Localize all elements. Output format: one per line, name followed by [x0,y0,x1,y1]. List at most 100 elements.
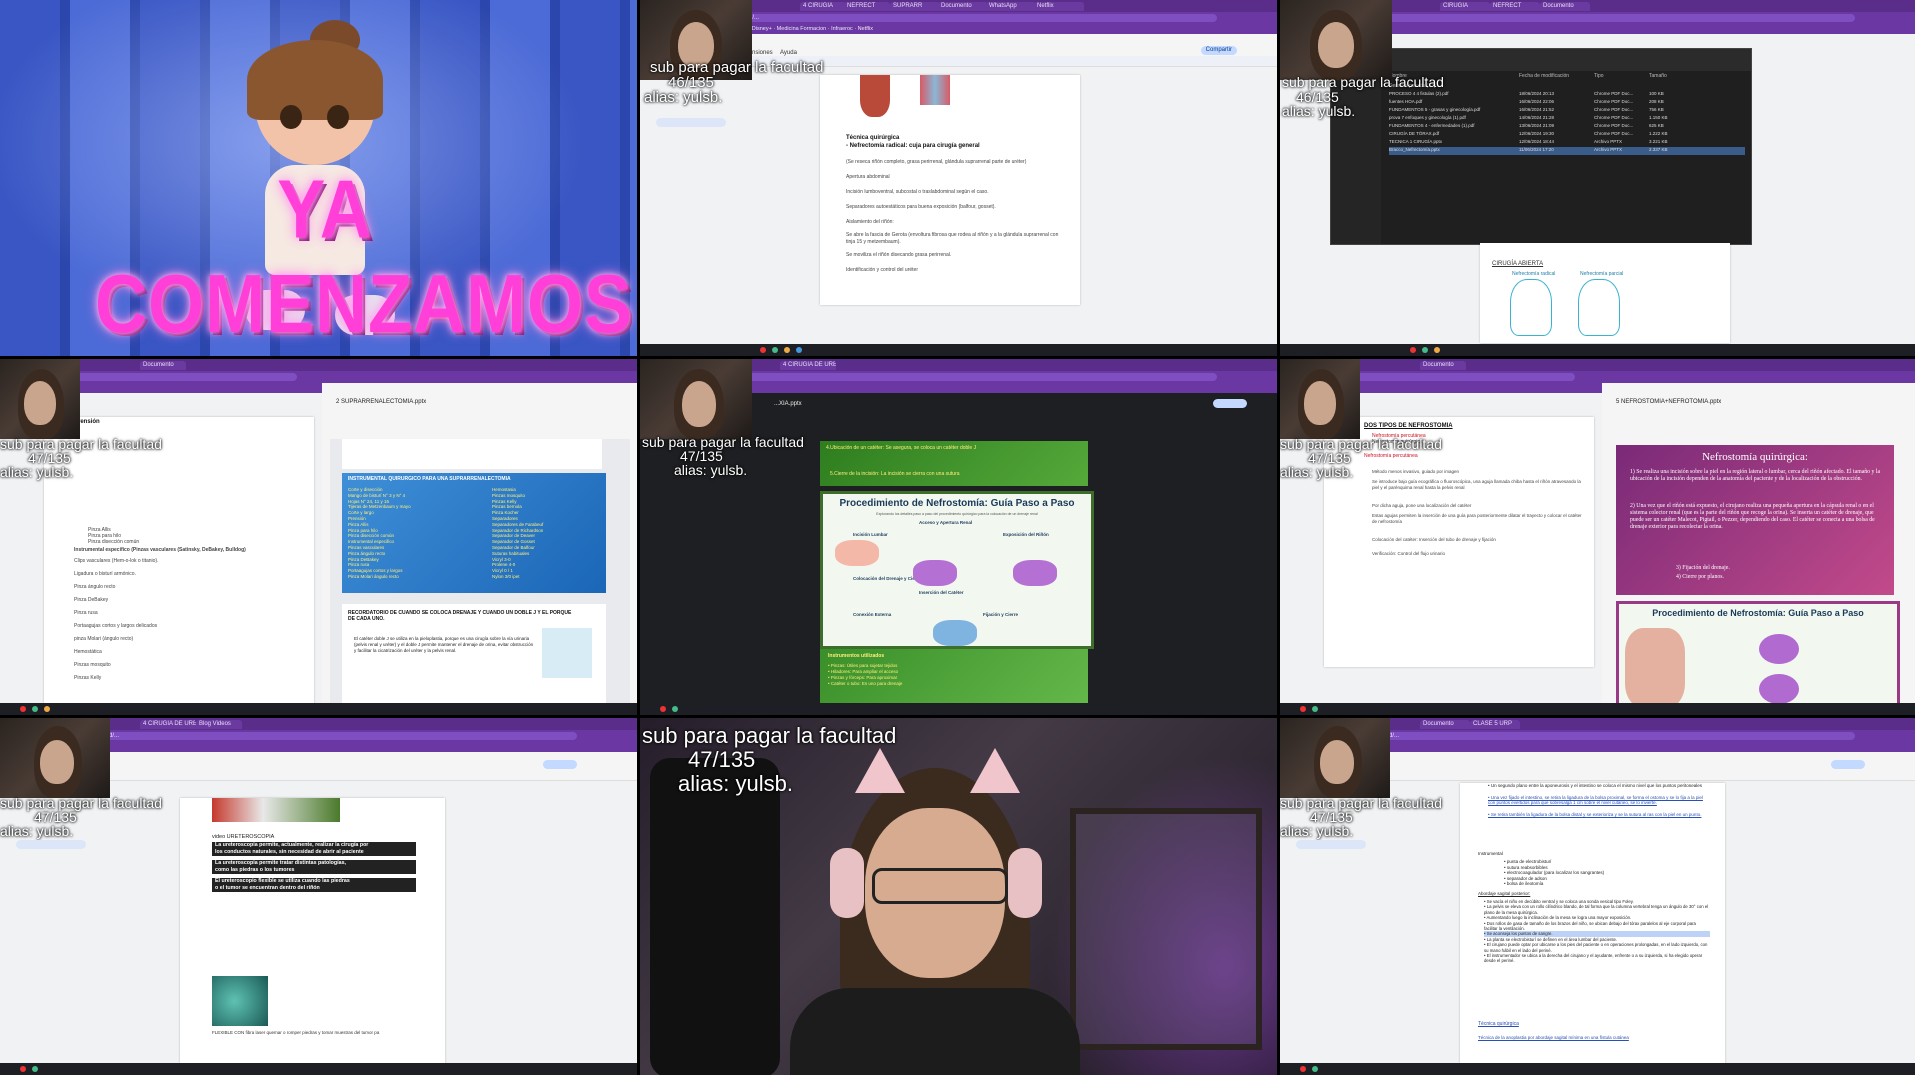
taskbar[interactable] [640,344,1277,356]
diagram-label-parcial: Nefrectomía parcial [1580,271,1624,277]
alias-overlay: alias: yulsb. [1282,103,1356,119]
share-button[interactable]: Compartir [1200,46,1237,55]
file-cell: 756 KB [1649,107,1664,112]
sub-goal-overlay: sub para pagar la facultad [1280,436,1442,452]
abordaje-item: • La pelvis se eleva con un rollo cilínd… [1484,904,1709,915]
green-slide-top: 4.Ubicación de un catéter: Se asegura, s… [820,441,1088,486]
file-cell: 12/06/2024 19:30 [1519,131,1555,136]
tab-pill[interactable] [656,118,726,127]
file-cell: 12/06/2024 18:44 [1519,139,1555,144]
alias-overlay: alias: yulsb. [0,823,74,839]
taskbar[interactable] [1280,703,1915,715]
video-subtitle-line: como las piedras o los tumores [212,867,416,874]
infographic-kidney [1759,634,1799,664]
slides-window[interactable]: 2 SUPRARRENALECTOMIA.pptx INSTRUMENTAL Q… [322,359,637,715]
webcam-feed [1280,718,1390,798]
file-row[interactable]: FUNDAMENTOS 4 - enfermedades (1).pdf 13/0… [1389,123,1745,131]
file-cell: 1.150 KB [1649,115,1668,120]
intro-title: YA COMENZAMOS [95,163,633,351]
slides-filename: 5 NEFROSTOMIA+NEFROTOMIA.pptx [1616,399,1722,405]
alias-overlay: alias: yulsb. [678,771,793,796]
slide-title: Nefrostomía quirúrgica: [1702,451,1808,463]
abordaje-list: • Se vacía el niño en decúbito ventral y… [1484,899,1710,964]
reminder-title: RECORDATORIO DE CUANDO SE COLOCA DRENAJE… [348,610,572,622]
file-row[interactable]: FUNDAMENTOS 5 - grasas y ginecología.pdf… [1389,107,1745,115]
instrument-photo [212,798,340,822]
doc-page: video URETEROSCOPIA La ureteroscopia per… [180,798,445,1068]
headset-right [1008,848,1042,918]
abordaje-item: • El instrumentador se ubica a la derech… [1484,953,1703,964]
file-cell: Chrome PDF Doc... [1594,131,1634,136]
infographic-step-label: Exposición del Riñón [1003,532,1049,537]
taskbar[interactable] [0,1063,637,1075]
slides-url[interactable] [322,371,637,383]
video-subtitles: La ureteroscopia permite, actualmente, r… [212,842,416,892]
taskbar[interactable] [1280,1063,1915,1075]
doc-page-left: DOS TIPOS DE NEFROSTOMIA Nefrostomía per… [1324,417,1594,667]
slides-tabs[interactable] [322,359,637,371]
explorer-header [1331,49,1751,71]
infographic-step-label: Acceso y Apertura Renal [919,520,973,525]
share-button[interactable] [543,760,577,769]
share-button[interactable] [1213,399,1247,408]
intro-cell: YA COMENZAMOS [0,0,637,356]
infographic-figure [1625,628,1685,708]
share-button[interactable] [1831,760,1865,769]
alias-overlay: alias: yulsb. [674,462,748,478]
tab-pill[interactable] [1296,840,1366,849]
file-cell: Chrome PDF Doc... [1594,91,1634,96]
doc-page-left: Prensión Pinza Allis Pinza para hilo Pin… [44,417,314,707]
kidney-diagram-2 [1578,279,1620,336]
alias-overlay: alias: yulsb. [0,464,74,480]
gaming-chair [650,758,780,1075]
kidney-illustration [860,75,890,117]
abordaje-item: • El cirujano puede optar por ubicarse a… [1484,942,1708,953]
file-cell: Bracco_Nefrectomía.pptx [1389,147,1440,152]
abordaje-item: • Dos rollos de gasa de tamaño de los br… [1484,920,1696,932]
doc-page: • Un segundo plano entre la aponeurosis … [1460,783,1725,1068]
instruments-list: • Pinzas: Útiles para sujetar tejidos • H… [828,663,902,687]
infographic-illustration [1013,560,1057,586]
file-cell: 100 KB [1649,91,1664,96]
doc-subhead: Nefrostomía percutánea [1364,453,1418,459]
instrument-slide: INSTRUMENTAL QUIRURGICO PARA UNA SUPRARR… [342,473,606,593]
file-row[interactable]: TECNICA 1 CIRUGÍA.pptx 12/06/2024 18:44 Ar… [1389,139,1745,147]
taskbar[interactable] [640,703,1277,715]
file-explorer-cell: CIRUGIA NEFRECT Documento docs.google.co… [1280,0,1915,356]
taskbar[interactable] [1280,344,1915,356]
sub-goal-overlay: sub para pagar la facultad [0,795,162,811]
file-row[interactable]: CIRUGÍA DE TÓRAX.pdf 12/06/2024 19:30 Chro… [1389,131,1745,139]
tab-pill[interactable] [16,840,86,849]
taskbar[interactable] [0,703,637,715]
file-cell: 16/06/2024 21:52 [1519,107,1555,112]
file-row[interactable]: PROCESO 4 4 fistulas (2).pdf 18/06/2024 2… [1389,91,1745,99]
catheter-image [542,628,592,678]
slides-filename: ...XIA.pptx [774,401,802,407]
file-row[interactable]: Bracco_Nefrectomía.pptx 11/06/2024 17:20 A… [1389,147,1745,155]
sub-goal-overlay: sub para pagar la facultad [0,436,162,452]
slide-list-item: Nylon 3/0 ipet [492,573,520,579]
purple-slide: Nefrostomía quirúrgica: 1) Se realiza un… [1616,445,1894,595]
headset-left [830,848,864,918]
webcam-feed [1280,359,1360,439]
file-cell: prova 7 enfoques y ginecología (1).pdf [1389,115,1466,120]
webcam-feed [1280,0,1392,80]
doc-line: • Se retira también la ligadura de la bo… [1488,811,1702,817]
video-subtitle-line: El ureteroscopio flexible se utiliza cua… [212,878,416,885]
instrument-item: • bolsa de ileotomía [1504,881,1544,887]
character-eye-left [280,105,302,129]
sub-goal-overlay: sub para pagar la facultad [642,723,897,748]
file-cell: CIRUGÍA DE TÓRAX.pdf [1389,131,1440,136]
diagram-label-radical: Nefrectomía radical [1512,271,1556,277]
file-cell: 18/06/2024 20:13 [1519,91,1555,96]
doc-nefrectomia-cell: 4 CIRUGIA NEFRECT SUPRARR Documento What… [640,0,1277,356]
file-row[interactable]: fuentes HOA.pdf 16/06/2024 22:06 Chrome PD… [1389,99,1745,107]
webcam-feed [0,718,110,798]
infographic-subtitle: Explorando los detalles paso a paso del … [876,512,1038,516]
webcam-feed [640,359,752,439]
slides-window[interactable]: 5 NEFROSTOMIA+NEFROTOMIA.pptx Nefrostomí… [1602,359,1915,715]
file-row[interactable]: prova 7 enfoques y ginecología (1).pdf 14… [1389,115,1745,123]
file-cell: 11/06/2024 17:20 [1519,147,1554,152]
instrument-item: • electrocoagulador (para localizar los … [1504,870,1605,876]
section-title: CIRUGÍA ABIERTA [1492,261,1544,267]
